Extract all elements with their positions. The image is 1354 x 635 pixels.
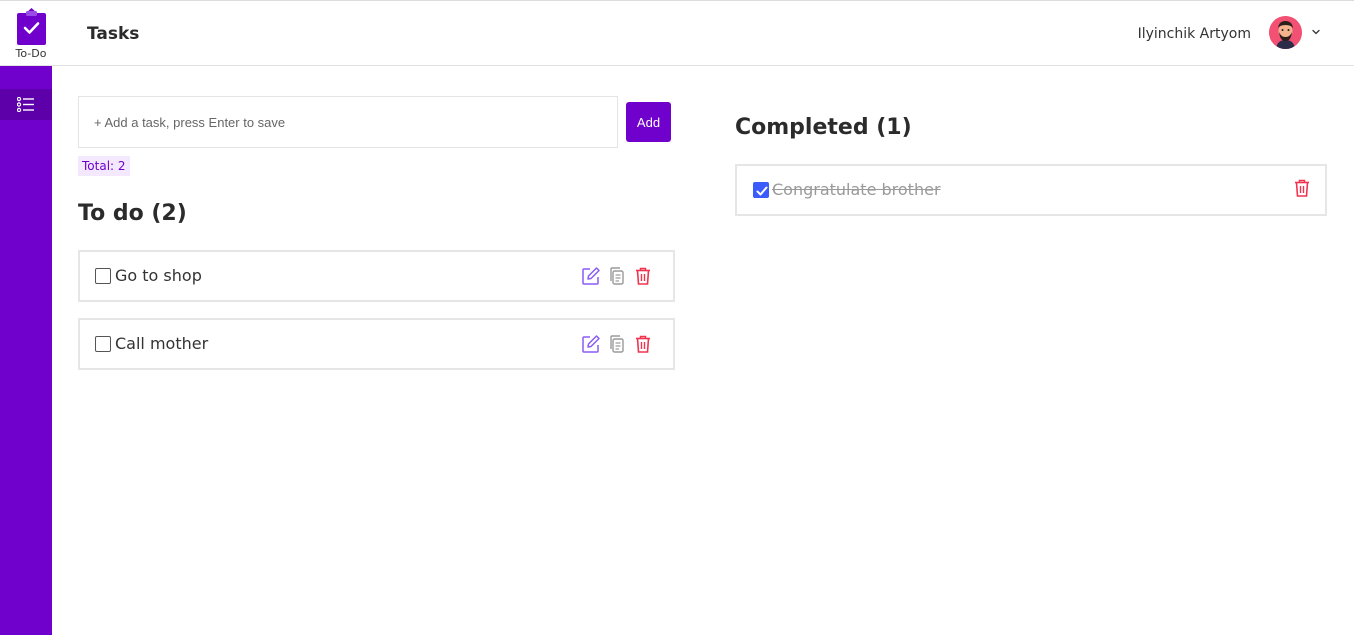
- copy-button[interactable]: [607, 266, 627, 286]
- add-button[interactable]: Add: [626, 102, 671, 142]
- delete-button[interactable]: [633, 266, 653, 286]
- task-checkbox[interactable]: [95, 268, 111, 284]
- edit-icon: [582, 335, 600, 353]
- trash-icon: [636, 335, 650, 353]
- copy-icon: [610, 335, 624, 353]
- task-text-completed: Congratulate brother: [772, 180, 941, 199]
- sidebar: [0, 66, 52, 635]
- chevron-down-icon[interactable]: [1310, 26, 1322, 38]
- page-title: Tasks: [87, 24, 140, 44]
- logo-label: To-Do: [15, 47, 47, 60]
- todo-task-card: Go to shop: [78, 250, 675, 302]
- user-avatar-icon: [1269, 16, 1302, 49]
- task-checkbox-checked[interactable]: [753, 182, 769, 198]
- completed-task-card: Congratulate brother: [735, 164, 1327, 216]
- app-root: To-Do Tasks Ilyinchik Artyom + Add a tas…: [0, 0, 1354, 635]
- delete-button[interactable]: [1292, 178, 1312, 198]
- completed-section-title: Completed (1): [735, 115, 912, 140]
- edit-icon: [582, 267, 600, 285]
- task-text: Go to shop: [115, 266, 202, 285]
- edit-button[interactable]: [581, 334, 601, 354]
- list-icon: [17, 97, 34, 112]
- total-badge: Total: 2: [78, 156, 130, 176]
- todo-section-title: To do (2): [78, 201, 187, 226]
- app-logo[interactable]: To-Do: [0, 1, 62, 67]
- delete-button[interactable]: [633, 334, 653, 354]
- avatar[interactable]: [1269, 16, 1302, 49]
- copy-button[interactable]: [607, 334, 627, 354]
- task-text: Call mother: [115, 334, 209, 353]
- sidebar-item-tasks[interactable]: [0, 89, 52, 120]
- top-header: To-Do Tasks Ilyinchik Artyom: [0, 0, 1354, 66]
- clipboard-check-icon: [17, 8, 46, 45]
- copy-icon: [610, 267, 624, 285]
- task-input[interactable]: [78, 96, 618, 148]
- edit-button[interactable]: [581, 266, 601, 286]
- user-name[interactable]: Ilyinchik Artyom: [1138, 26, 1251, 42]
- trash-icon: [636, 267, 650, 285]
- trash-icon: [1295, 179, 1309, 197]
- todo-task-card: Call mother: [78, 318, 675, 370]
- task-checkbox[interactable]: [95, 336, 111, 352]
- checkmark-icon: [756, 186, 768, 196]
